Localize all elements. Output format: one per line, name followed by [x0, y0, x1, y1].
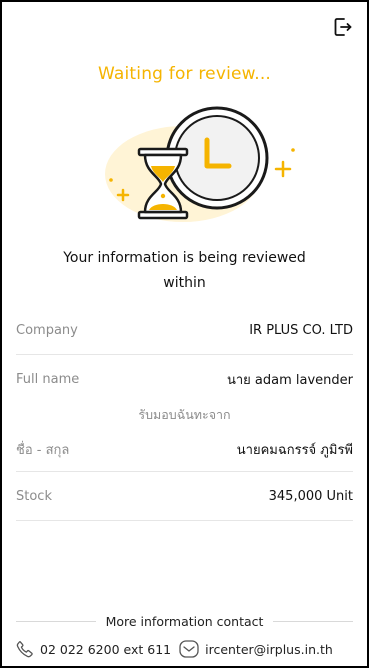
full-name-value: นาย adam lavender — [226, 372, 353, 388]
contact-heading: More information contact — [16, 614, 354, 629]
company-row: Company IR PLUS CO. LTD — [16, 306, 353, 355]
thai-name-value: นายคมฉกรรจ์ ภูมิรพี — [236, 442, 353, 458]
review-message-line2: within — [163, 275, 206, 291]
divider-right — [273, 621, 354, 622]
received-from-caption: รับมอบฉันทะจาก — [138, 407, 231, 422]
waiting-illustration — [101, 104, 297, 224]
full-name-row: Full name นาย adam lavender — [16, 355, 353, 403]
logout-icon[interactable] — [333, 16, 353, 38]
stock-row: Stock 345,000 Unit — [16, 472, 353, 521]
company-value: IR PLUS CO. LTD — [249, 322, 353, 338]
phone-number[interactable]: 02 022 6200 ext 611 — [40, 642, 171, 657]
phone-icon — [16, 641, 33, 658]
stock-value: 345,000 Unit — [268, 488, 353, 504]
full-name-label: Full name — [16, 371, 80, 387]
thai-name-label: ชื่อ - สกุล — [16, 442, 70, 458]
divider-left — [16, 621, 96, 622]
contact-row: 02 022 6200 ext 611 ircenter@irplus.in.t… — [16, 640, 359, 658]
email-icon — [179, 640, 199, 658]
details-list: Company IR PLUS CO. LTD Full name นาย ad… — [16, 306, 353, 521]
contact-heading-text: More information contact — [105, 614, 264, 629]
company-label: Company — [16, 322, 78, 338]
thai-name-row: ชื่อ - สกุล นายคมฉกรรจ์ ภูมิรพี — [16, 427, 353, 472]
app-frame: Waiting for review... Your information i… — [0, 0, 369, 668]
review-message-line1: Your information is being reviewed — [63, 250, 306, 266]
stock-label: Stock — [16, 488, 52, 504]
review-message: Your information is being reviewed withi… — [2, 246, 367, 296]
page-title: Waiting for review... — [97, 64, 272, 84]
email-address[interactable]: ircenter@irplus.in.th — [205, 642, 333, 657]
